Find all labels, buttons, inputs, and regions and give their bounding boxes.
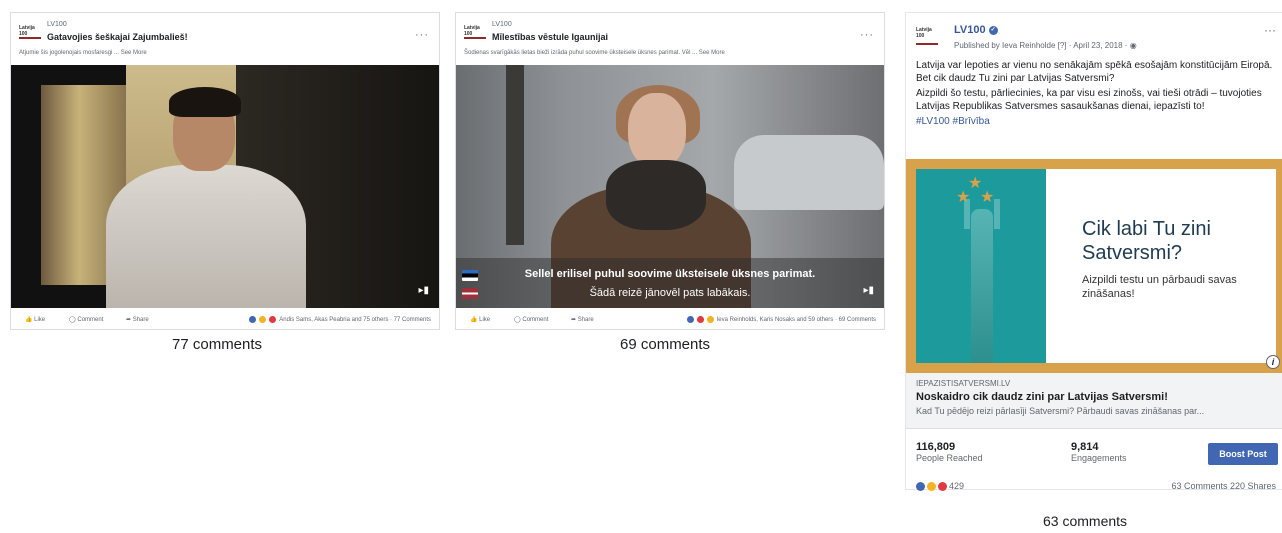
video-person-scarf bbox=[606, 160, 706, 230]
link-domain: IEPAZISTISATVERSMI.LV bbox=[916, 379, 1011, 388]
video-post-1: Latvija 100 LV100 Gatavojies šeškajai Zaj… bbox=[10, 12, 440, 330]
post-actions: 👍 Like ◯ Comment ➦ Share Andis Sams, Aka… bbox=[11, 309, 439, 331]
subtitle-band bbox=[456, 258, 884, 308]
link-preview[interactable]: IEPAZISTISATVERSMI.LV Noskaidro cik daud… bbox=[906, 373, 1282, 429]
more-options-icon[interactable]: ··· bbox=[415, 29, 429, 41]
people-reached-stat: 116,809 People Reached bbox=[916, 441, 983, 463]
image-canvas: ★ ★ ★ Cik labi Tu zini Satversmi? Aizpil… bbox=[916, 169, 1280, 369]
subtitle-latvian: Šādā reizē jānovēl pats labākais. bbox=[589, 287, 751, 299]
star-icon: ★ bbox=[980, 189, 995, 206]
share-label: Share bbox=[577, 317, 594, 323]
caption-2: 69 comments bbox=[620, 336, 711, 353]
comment-button[interactable]: ◯ Comment bbox=[69, 316, 103, 323]
reaction-summary[interactable]: Ieva Reinholds, Karis Nosaks and 59 othe… bbox=[686, 316, 876, 323]
post-description: Atjumie šis jogolenojais mosfaresgi ... … bbox=[19, 50, 147, 56]
video-frame-car bbox=[734, 135, 884, 210]
post-header: Latvija 100 LV100 Gatavojies šeškajai Zaj… bbox=[11, 13, 439, 65]
love-reaction-icon bbox=[938, 481, 947, 491]
post-title[interactable]: Mīlestības vēstule Igaunijai bbox=[492, 32, 608, 42]
engagements-value: 9,814 bbox=[1071, 441, 1099, 453]
reaction-text: Andis Sams, Akas Peabria and 75 others ·… bbox=[279, 316, 431, 323]
video-frame-tree bbox=[506, 65, 524, 245]
haha-reaction-icon bbox=[706, 316, 714, 323]
caption-1: 77 comments bbox=[172, 336, 263, 353]
caption-3: 63 comments bbox=[1043, 513, 1128, 529]
comment-label: Comment bbox=[77, 317, 104, 323]
like-button[interactable]: 👍 Like bbox=[25, 316, 45, 323]
reaction-summary[interactable]: 429 bbox=[916, 481, 964, 491]
speaker-icon[interactable]: ▸▮ bbox=[863, 285, 874, 296]
image-subheadline: Aizpildi testu un pārbaudi savas zināšan… bbox=[1082, 274, 1237, 300]
more-options-icon[interactable]: ··· bbox=[1264, 23, 1276, 37]
page-name[interactable]: LV100 bbox=[492, 21, 512, 28]
post-meta: Published by Ieva Reinholde [?] · April … bbox=[954, 41, 1137, 50]
page-name[interactable]: LV100 bbox=[47, 21, 67, 28]
love-reaction-icon bbox=[696, 316, 704, 323]
reaction-summary[interactable]: Andis Sams, Akas Peabria and 75 others ·… bbox=[249, 316, 431, 323]
post-footer: 429 63 Comments 220 Shares bbox=[916, 481, 1276, 493]
video-person-body bbox=[106, 165, 306, 308]
video-person-hair bbox=[169, 87, 241, 117]
post-body: Latvija var lepoties ar vienu no senākaj… bbox=[916, 59, 1278, 130]
comments-shares-count[interactable]: 63 Comments 220 Shares bbox=[1171, 481, 1276, 491]
link-description: Kad Tu pēdējo reizi pārlasīji Satversmi?… bbox=[916, 406, 1205, 416]
link-title: Noskaidro cik daudz zini par Latvijas Sa… bbox=[916, 391, 1168, 403]
star-icon: ★ bbox=[956, 189, 971, 206]
more-options-icon[interactable]: ··· bbox=[860, 29, 874, 41]
like-label: Like bbox=[34, 317, 46, 323]
like-reaction-icon bbox=[249, 316, 257, 323]
engagements-stat: 9,814 Engagements bbox=[1071, 441, 1127, 463]
post-paragraph-2: Aizpildi šo testu, pārliecinies, ka par … bbox=[916, 88, 1262, 112]
like-reaction-icon bbox=[686, 316, 694, 323]
boost-post-button[interactable]: Boost Post bbox=[1208, 443, 1278, 465]
post-meta-text: Published by Ieva Reinholde [?] · April … bbox=[954, 41, 1128, 50]
people-reached-value: 116,809 bbox=[916, 441, 956, 453]
post-actions: 👍 Like ◯ Comment ➦ Share Ieva Reinholds,… bbox=[456, 309, 884, 331]
post-header: Latvija 100 LV100 Mīlestības vēstule Igau… bbox=[456, 13, 884, 65]
comment-button[interactable]: ◯ Comment bbox=[514, 316, 548, 323]
freedom-monument-icon bbox=[971, 209, 993, 363]
page-name: LV100 bbox=[954, 24, 986, 36]
people-reached-label: People Reached bbox=[916, 453, 983, 463]
info-icon[interactable]: i bbox=[1266, 355, 1280, 369]
speaker-icon[interactable]: ▸▮ bbox=[418, 285, 429, 296]
page-logo[interactable]: Latvija 100 bbox=[19, 25, 41, 39]
verified-badge-icon: ✓ bbox=[988, 25, 998, 35]
haha-reaction-icon bbox=[927, 481, 936, 491]
share-button[interactable]: ➦ Share bbox=[126, 316, 149, 323]
image-headline: Cik labi Tu zini Satversmi? bbox=[1082, 218, 1211, 264]
video-post-2: Latvija 100 LV100 Mīlestības vēstule Igau… bbox=[455, 12, 885, 330]
video-player[interactable]: ▸▮ bbox=[11, 65, 439, 308]
subtitle-estonian: Sellel erilisel puhul soovime üksteisele… bbox=[524, 268, 816, 280]
like-reaction-icon bbox=[916, 481, 925, 491]
reaction-text: Ieva Reinholds, Karis Nosaks and 59 othe… bbox=[716, 316, 876, 323]
post-description: Šodienas svarīgākās lietas bieži izrāda … bbox=[464, 50, 725, 56]
share-label: Share bbox=[132, 317, 149, 323]
video-person-head bbox=[628, 93, 686, 168]
haha-reaction-icon bbox=[259, 316, 267, 323]
video-player[interactable]: Sellel erilisel puhul soovime üksteisele… bbox=[456, 65, 884, 308]
like-label: Like bbox=[479, 317, 491, 323]
hashtags[interactable]: #LV100 #Brīvība bbox=[916, 115, 1278, 128]
post-paragraph-1: Latvija var lepoties ar vienu no senākaj… bbox=[916, 60, 1273, 84]
page-logo[interactable]: Latvija 100 bbox=[916, 27, 938, 45]
globe-icon: ◉ bbox=[1129, 41, 1137, 50]
page-logo[interactable]: Latvija 100 bbox=[464, 25, 486, 39]
reaction-count: 429 bbox=[949, 481, 965, 491]
comment-label: Comment bbox=[522, 317, 549, 323]
engagements-label: Engagements bbox=[1071, 453, 1127, 463]
page-name-link[interactable]: LV100 ✓ bbox=[954, 24, 998, 36]
share-button[interactable]: ➦ Share bbox=[571, 316, 594, 323]
link-post-3: Latvija 100 LV100 ✓ Published by Ieva Re… bbox=[905, 12, 1282, 493]
love-reaction-icon bbox=[269, 316, 277, 323]
like-button[interactable]: 👍 Like bbox=[470, 316, 490, 323]
post-title[interactable]: Gatavojies šeškajai Zajumbalieš! bbox=[47, 32, 188, 42]
link-preview-image[interactable]: ★ ★ ★ Cik labi Tu zini Satversmi? Aizpil… bbox=[906, 159, 1282, 373]
